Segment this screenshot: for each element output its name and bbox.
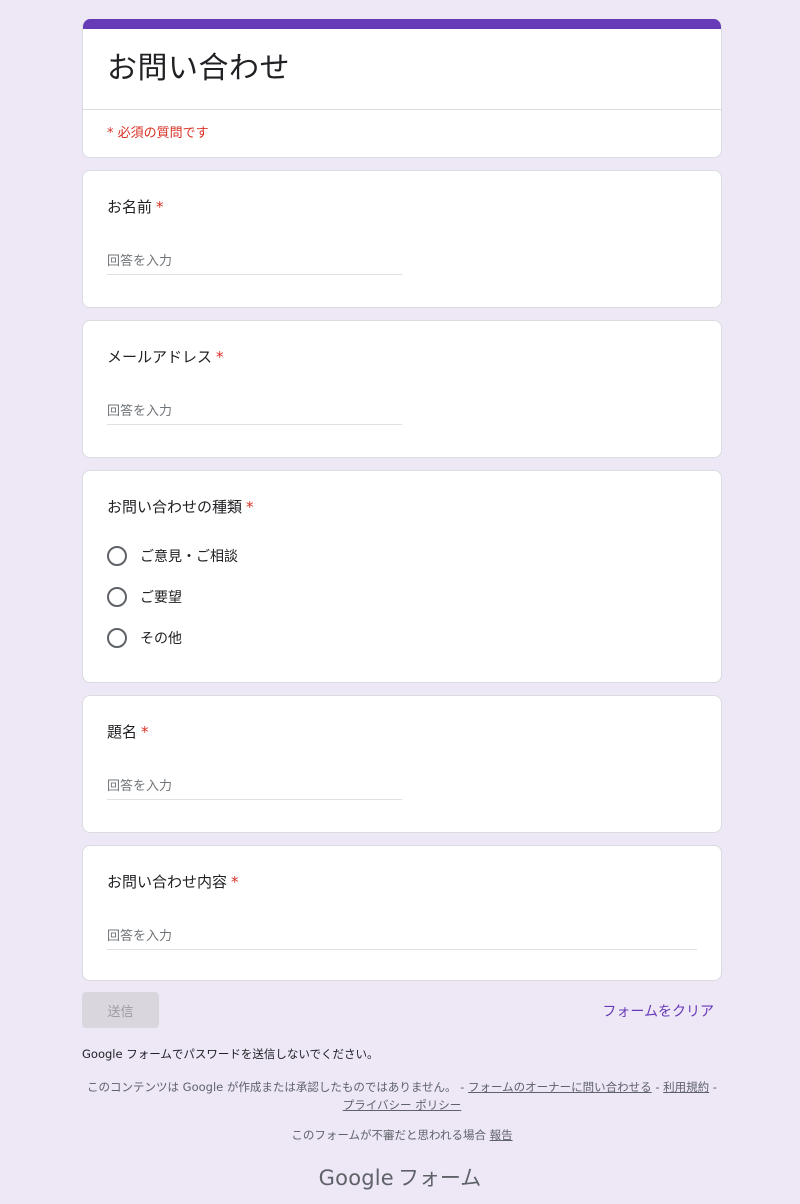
question-title: メールアドレス	[107, 348, 213, 366]
question-card-subject: 題名 *	[82, 695, 722, 833]
question-label-type: お問い合わせの種類 *	[107, 496, 254, 517]
clear-form-button[interactable]: フォームをクリア	[602, 1001, 714, 1021]
required-asterisk: *	[156, 198, 164, 216]
required-note: * 必須の質問です	[107, 126, 209, 141]
question-label-subject: 題名 *	[107, 721, 149, 742]
radio-button[interactable]	[107, 587, 127, 607]
required-asterisk: *	[141, 723, 149, 741]
radio-button[interactable]	[107, 546, 127, 566]
separator: -	[712, 1080, 717, 1094]
radio-option-opinion[interactable]: ご意見・ご相談	[107, 544, 238, 568]
separator: -	[655, 1080, 660, 1094]
form-title: お問い合わせ	[107, 51, 290, 86]
question-title: お問い合わせの種類	[107, 498, 243, 516]
question-title: 題名	[107, 723, 138, 741]
question-label-email: メールアドレス *	[107, 346, 224, 367]
disclaimer-text: このコンテンツは Google が作成または承認したものではありません。 -	[87, 1080, 465, 1094]
logo-product: フォーム	[397, 1166, 482, 1190]
report-text: このフォームが不審だと思われる場合	[291, 1128, 486, 1142]
radio-label: その他	[140, 631, 182, 647]
header-divider	[83, 109, 721, 110]
form-actions: 送信 フォームをクリア	[82, 992, 722, 1028]
radio-button[interactable]	[107, 628, 127, 648]
question-card-name: お名前 *	[82, 170, 722, 308]
question-title: お名前	[107, 198, 153, 216]
logo-google: Google	[318, 1166, 394, 1190]
required-asterisk: *	[216, 348, 224, 366]
email-input[interactable]	[107, 399, 402, 425]
content-textarea[interactable]	[107, 924, 697, 950]
question-label-name: お名前 *	[107, 196, 164, 217]
question-card-content: お問い合わせ内容 *	[82, 845, 722, 981]
radio-label: ご要望	[140, 590, 182, 606]
question-title: お問い合わせ内容	[107, 873, 228, 891]
google-forms-logo[interactable]: Google フォーム	[0, 1162, 800, 1192]
header-accent-bar	[83, 19, 721, 29]
name-input[interactable]	[107, 249, 402, 275]
radio-option-request[interactable]: ご要望	[107, 585, 182, 609]
required-asterisk: *	[246, 498, 254, 516]
submit-button[interactable]: 送信	[82, 992, 159, 1028]
password-warning: Google フォームでパスワードを送信しないでください。	[82, 1047, 379, 1061]
privacy-link[interactable]: プライバシー ポリシー	[343, 1098, 461, 1112]
report-line: このフォームが不審だと思われる場合 報告	[82, 1127, 722, 1143]
question-card-email: メールアドレス *	[82, 320, 722, 458]
report-link[interactable]: 報告	[490, 1128, 513, 1142]
radio-label: ご意見・ご相談	[140, 549, 238, 565]
radio-option-other[interactable]: その他	[107, 626, 182, 650]
disclaimer: このコンテンツは Google が作成または承認したものではありません。 - フ…	[82, 1078, 722, 1114]
contact-owner-link[interactable]: フォームのオーナーに問い合わせる	[468, 1080, 652, 1094]
question-card-type: お問い合わせの種類 * ご意見・ご相談 ご要望 その他	[82, 470, 722, 683]
subject-input[interactable]	[107, 774, 402, 800]
form-header-card: お問い合わせ * 必須の質問です	[82, 19, 722, 158]
required-asterisk: *	[231, 873, 239, 891]
question-label-content: お問い合わせ内容 *	[107, 871, 239, 892]
form-container: お問い合わせ * 必須の質問です お名前* メールアドレス* お問い合わせの種類…	[82, 19, 722, 993]
terms-link[interactable]: 利用規約	[663, 1080, 709, 1094]
